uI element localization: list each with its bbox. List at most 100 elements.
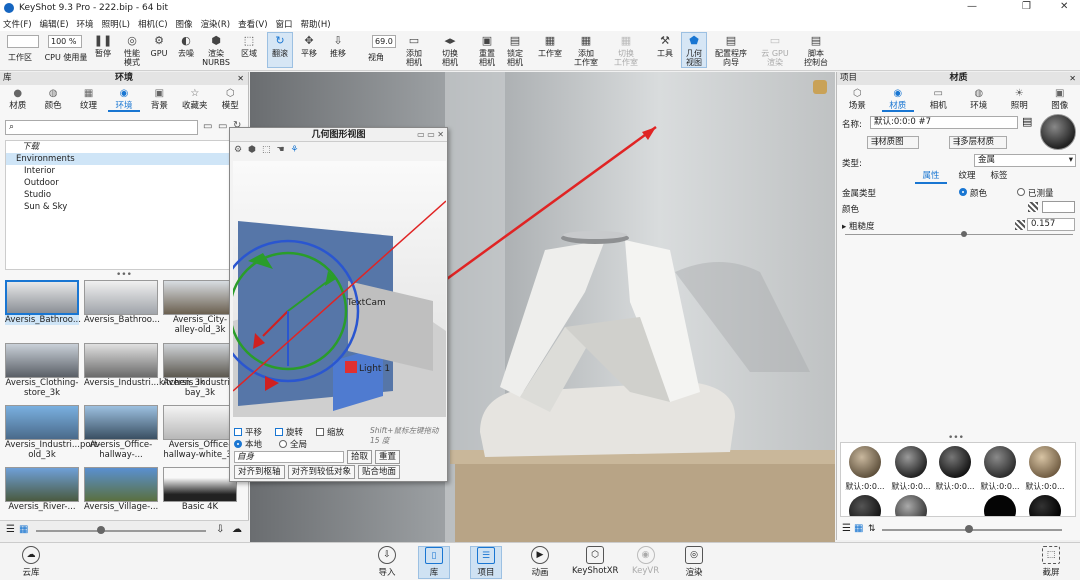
tumble-button[interactable]: ↻ 翻滚 [267, 32, 293, 68]
network-icon[interactable]: ⚘ [291, 145, 299, 155]
list-item[interactable]: Aversis_Village-... [84, 467, 158, 520]
tree-item-downloads[interactable]: 下载 [6, 141, 240, 153]
studio-button[interactable]: ▦ 工作室 [536, 33, 564, 59]
performance-mode-button[interactable]: ◎ 性能 模式 [120, 33, 144, 68]
material-ball[interactable] [849, 446, 881, 478]
denoise-button[interactable]: ◐ 去噪 [175, 33, 197, 59]
menu-view[interactable]: 查看(V) [238, 18, 267, 30]
folder-add-icon[interactable]: ▭ [218, 121, 227, 132]
tab-environments[interactable]: ◉ 环境 [107, 86, 140, 112]
metal-measured-radio[interactable] [1017, 188, 1025, 196]
library-close-icon[interactable]: ✕ [237, 72, 244, 85]
material-graph-button[interactable]: ⇶材质图 [867, 136, 919, 149]
scale-checkbox[interactable] [316, 428, 325, 436]
list-item[interactable]: Aversis_Industri...kitchen_3k [84, 343, 205, 403]
menu-file[interactable]: 文件(F) [3, 18, 32, 30]
local-radio[interactable] [234, 440, 242, 448]
menu-environment[interactable]: 环境 [77, 18, 94, 30]
geometry-view-scene[interactable]: TextCam Light 1 [233, 161, 446, 417]
material-name-input[interactable]: 默认:0:0:0 #7 [870, 116, 1018, 129]
material-ball[interactable] [984, 495, 1016, 516]
folder-icon[interactable]: ▭ [203, 121, 212, 132]
material-ball[interactable] [849, 495, 881, 516]
camera-icon[interactable]: ⬢ [248, 145, 256, 155]
project-button[interactable]: ☰ 项目 [470, 546, 502, 579]
tab-colors[interactable]: ◍ 颜色 [37, 86, 69, 112]
tab-lighting[interactable]: ☀ 照明 [1003, 86, 1035, 112]
workspace-select[interactable] [7, 35, 39, 48]
sort-icon[interactable]: ⇅ [868, 524, 876, 534]
animation-button[interactable]: ▶ 动画 [531, 546, 549, 578]
region-button[interactable]: ⬚ 区域 [238, 33, 260, 59]
geometry-view-button[interactable]: ⬟ 几何 视图 [681, 32, 707, 68]
menu-help[interactable]: 帮助(H) [301, 18, 331, 30]
tab-textures[interactable]: ▦ 纹理 [73, 86, 105, 112]
list-item[interactable]: Aversis_Bathroo... [84, 280, 160, 340]
tab-models[interactable]: ⬡ 模型 [214, 86, 246, 112]
tab-labels[interactable]: 标签 [985, 170, 1013, 182]
library-search-input[interactable]: ⌕ [5, 120, 198, 135]
tree-item-sun-sky[interactable]: Sun & Sky [6, 201, 240, 213]
zoom-select[interactable]: 100 % [48, 35, 82, 48]
grid-view-icon[interactable]: ▦ [854, 523, 863, 534]
add-studio-button[interactable]: ▦ 添加 工作室 [572, 33, 600, 68]
reset-button[interactable]: 重置 [375, 450, 401, 464]
grid-view-icon[interactable]: ▦ [19, 524, 28, 535]
pause-button[interactable]: ❚❚ 暂停 [92, 33, 114, 59]
list-item[interactable]: Aversis_Industri...loading-bay_3k [163, 343, 245, 403]
dolly-button[interactable]: ⇩ 推移 [327, 33, 349, 59]
material-ball[interactable] [939, 446, 971, 478]
color-swatch[interactable] [1042, 201, 1075, 213]
splitter-handle[interactable]: ••• [116, 270, 132, 280]
nurbs-button[interactable]: ⬢ 渲染 NURBS [202, 33, 230, 68]
snap-ground-button[interactable]: 贴合地面 [358, 465, 401, 479]
switch-studio-button[interactable]: ▦ 切换 工作室 [612, 33, 640, 68]
settings-icon[interactable]: ⚙ [234, 145, 242, 155]
tree-item-environments[interactable]: Environments [6, 153, 240, 165]
menu-edit[interactable]: 编辑(E) [40, 18, 69, 30]
save-icon[interactable]: ▤ [1022, 115, 1032, 128]
gpu-button[interactable]: ⚙ GPU [149, 33, 169, 59]
cloud-gpu-button[interactable]: ▭ 云 GPU 渲染 [761, 33, 788, 68]
list-item[interactable]: Aversis_Office-hallway-white_3k [163, 405, 237, 465]
menu-lighting[interactable]: 照明(L) [102, 18, 130, 30]
tab-textures[interactable]: 纹理 [953, 170, 981, 182]
tab-image[interactable]: ▣ 图像 [1044, 86, 1076, 112]
material-ball[interactable] [1029, 495, 1061, 516]
material-ball[interactable] [984, 446, 1016, 478]
tab-environment[interactable]: ◍ 环境 [963, 86, 995, 112]
global-radio[interactable] [279, 440, 288, 448]
menu-render[interactable]: 渲染(R) [201, 18, 231, 30]
configurator-button[interactable]: ▤ 配置程序 向导 [712, 33, 750, 68]
keyshotxr-button[interactable]: ⬡ KeyShotXR [572, 546, 618, 576]
roughness-input[interactable]: 0.157 [1027, 218, 1075, 231]
slider-handle[interactable] [965, 525, 973, 533]
metal-color-radio[interactable] [959, 188, 967, 196]
viewport-camera-icon[interactable] [813, 80, 827, 94]
tab-camera[interactable]: ▭ 相机 [922, 86, 954, 112]
list-item[interactable]: Aversis_Industri...port-old_3k [5, 405, 100, 465]
roughness-slider[interactable] [845, 234, 1073, 235]
texture-map-icon[interactable] [1028, 202, 1038, 212]
cloud-library-button[interactable]: ☁ 云库 [22, 546, 40, 578]
add-camera-button[interactable]: ▭ 添加 相机 [402, 33, 426, 68]
material-type-select[interactable]: 金属 ▾ [974, 154, 1076, 167]
hand-icon[interactable]: ☚ [276, 145, 284, 155]
tab-favorites[interactable]: ☆ 收藏夹 [179, 86, 211, 112]
project-close-icon[interactable]: ✕ [1069, 72, 1076, 85]
download-icon[interactable]: ⇩ [216, 524, 224, 535]
list-item[interactable]: Basic 4K [163, 467, 237, 520]
material-ball[interactable] [895, 495, 927, 516]
tree-item-studio[interactable]: Studio [6, 189, 240, 201]
multi-material-button[interactable]: ⇶多层材质 [949, 136, 1007, 149]
frame-icon[interactable]: ⬚ [262, 145, 271, 155]
render-button[interactable]: ◎ 渲染 [685, 546, 703, 578]
tree-item-outdoor[interactable]: Outdoor [6, 177, 240, 189]
material-ball[interactable] [895, 446, 927, 478]
list-view-icon[interactable]: ☰ [842, 523, 851, 534]
list-item[interactable]: Aversis_River-... [5, 467, 79, 520]
tab-properties[interactable]: 属性 [915, 170, 947, 184]
menu-window[interactable]: 窗口 [276, 18, 293, 30]
pan-button[interactable]: ✥ 平移 [298, 33, 320, 59]
list-view-icon[interactable]: ☰ [6, 524, 15, 535]
